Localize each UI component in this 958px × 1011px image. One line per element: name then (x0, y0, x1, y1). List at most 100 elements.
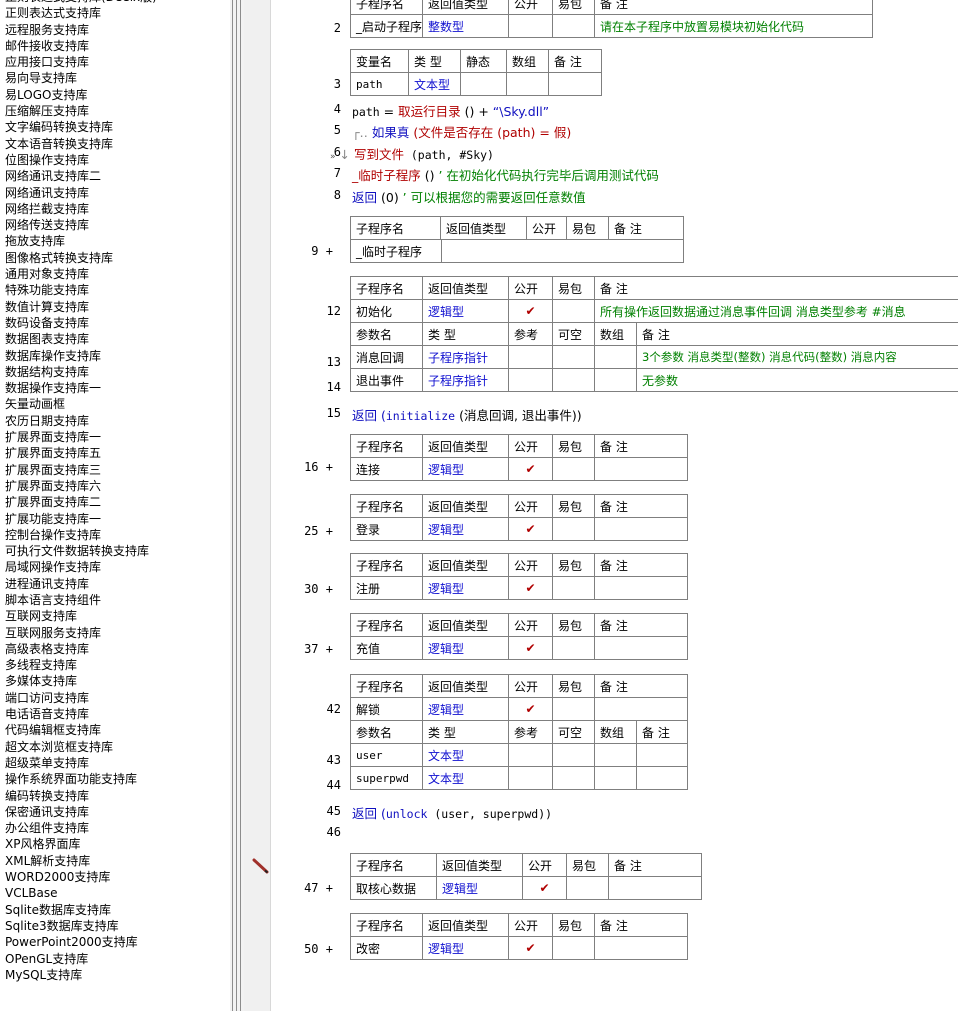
sub-return-type[interactable]: 逻辑型 (436, 876, 523, 900)
library-item[interactable]: 图像格式转换支持库 (5, 250, 157, 266)
sub-row[interactable]: 初始化 逻辑型 ✔ 所有操作返回数据通过消息事件回调 消息类型参考 #消息 (350, 299, 958, 323)
sub-note[interactable] (608, 876, 702, 900)
sub-easy-pack[interactable] (552, 576, 595, 600)
library-item[interactable]: XML解析支持库 (5, 853, 157, 869)
sub-row[interactable]: 注册 逻辑型 ✔ (350, 576, 688, 600)
library-item[interactable]: 高级表格支持库 (5, 641, 157, 657)
library-item[interactable]: 位图操作支持库 (5, 152, 157, 168)
library-item[interactable]: 压缩解压支持库 (5, 103, 157, 119)
param-row[interactable]: 消息回调 子程序指针 3个参数 消息类型(整数) 消息代码(整数) 消息内容 (350, 345, 958, 369)
param-type[interactable]: 文本型 (422, 743, 509, 767)
public-check-icon[interactable]: ✔ (508, 636, 553, 660)
sub-easy-pack[interactable] (552, 14, 595, 38)
library-item[interactable]: 网络通讯支持库 (5, 185, 157, 201)
param-note[interactable]: 3个参数 消息类型(整数) 消息代码(整数) 消息内容 (636, 345, 958, 369)
code-line-15[interactable]: 返回 (initialize (消息回调, 退出事件)) (352, 405, 582, 424)
code-line-45[interactable]: 返回 (unlock (user, superpwd)) (352, 803, 552, 822)
sub-name[interactable]: 充值 (350, 636, 423, 660)
library-item[interactable]: 数据库操作支持库 (5, 348, 157, 364)
expand-button[interactable]: + (326, 582, 333, 596)
sub-return-type[interactable]: 逻辑型 (422, 636, 509, 660)
public-check-icon[interactable]: ✔ (508, 517, 553, 541)
library-item[interactable]: 数据操作支持库一 (5, 380, 157, 396)
sub-note[interactable] (594, 457, 688, 481)
param-nullable[interactable] (552, 766, 595, 790)
param-ref[interactable] (508, 368, 553, 392)
library-item[interactable]: 文本语音转换支持库 (5, 136, 157, 152)
sub-row[interactable]: _启动子程序 整数型 请在本子程序中放置易模块初始化代码 (350, 14, 873, 38)
sub-name[interactable]: 改密 (350, 936, 423, 960)
sub-name[interactable]: 注册 (350, 576, 423, 600)
sub-name[interactable]: 登录 (350, 517, 423, 541)
sub-easy-pack[interactable] (552, 299, 595, 323)
var-static[interactable] (460, 72, 507, 96)
sub-return-type[interactable]: 逻辑型 (422, 517, 509, 541)
sub-row[interactable]: _临时子程序 (350, 239, 684, 263)
sub-note[interactable] (594, 576, 688, 600)
sub-name[interactable]: 连接 (350, 457, 423, 481)
library-item[interactable]: 拖放支持库 (5, 233, 157, 249)
param-type[interactable]: 子程序指针 (422, 345, 509, 369)
library-item[interactable]: 扩展界面支持库五 (5, 445, 157, 461)
library-item[interactable]: 应用接口支持库 (5, 54, 157, 70)
expand-button[interactable]: + (326, 524, 333, 538)
param-nullable[interactable] (552, 345, 595, 369)
library-item[interactable]: 局域网操作支持库 (5, 559, 157, 575)
public-check-icon[interactable]: ✔ (508, 697, 553, 721)
param-note[interactable] (636, 766, 688, 790)
expand-button[interactable]: + (326, 881, 333, 895)
library-item[interactable]: 网络拦截支持库 (5, 201, 157, 217)
sub-return-type[interactable]: 逻辑型 (422, 457, 509, 481)
param-name[interactable]: 退出事件 (350, 368, 423, 392)
library-item[interactable]: 网络传送支持库 (5, 217, 157, 233)
library-item[interactable]: 远程服务支持库 (5, 22, 157, 38)
param-array[interactable] (594, 368, 637, 392)
var-note[interactable] (548, 72, 602, 96)
sub-easy-pack[interactable] (552, 457, 595, 481)
sub-note[interactable]: 所有操作返回数据通过消息事件回调 消息类型参考 #消息 (594, 299, 958, 323)
sub-name[interactable]: _启动子程序 (350, 14, 423, 38)
expand-button[interactable]: + (326, 642, 333, 656)
code-line-8[interactable]: 返回 (0) ’ 可以根据您的需要返回任意数值 (352, 187, 586, 206)
sub-easy-pack[interactable] (552, 636, 595, 660)
library-item[interactable]: Sqlite3数据库支持库 (5, 918, 157, 934)
library-item[interactable]: 电话语音支持库 (5, 706, 157, 722)
sub-name[interactable]: 初始化 (350, 299, 423, 323)
param-array[interactable] (594, 743, 637, 767)
library-item[interactable]: 通用对象支持库 (5, 266, 157, 282)
library-item[interactable]: 数据图表支持库 (5, 331, 157, 347)
library-item[interactable]: 互联网支持库 (5, 608, 157, 624)
sub-return-type[interactable]: 逻辑型 (422, 299, 509, 323)
public-check-icon[interactable]: ✔ (508, 936, 553, 960)
sub-name[interactable]: 取核心数据 (350, 876, 437, 900)
library-item[interactable]: 数码设备支持库 (5, 315, 157, 331)
library-item[interactable]: 进程通讯支持库 (5, 576, 157, 592)
library-item[interactable]: 易LOGO支持库 (5, 87, 157, 103)
library-item[interactable]: 网络通讯支持库二 (5, 168, 157, 184)
library-item[interactable]: 扩展功能支持库一 (5, 511, 157, 527)
library-item[interactable]: 编码转换支持库 (5, 788, 157, 804)
library-item[interactable]: 正则表达式支持库 (5, 5, 157, 21)
sub-row[interactable]: 登录 逻辑型 ✔ (350, 517, 688, 541)
sub-easy-pack[interactable] (552, 517, 595, 541)
library-item[interactable]: 易向导支持库 (5, 70, 157, 86)
param-array[interactable] (594, 345, 637, 369)
library-item[interactable]: 超文本浏览框支持库 (5, 739, 157, 755)
var-array[interactable] (506, 72, 549, 96)
sub-easy-pack[interactable] (566, 876, 609, 900)
var-type[interactable]: 文本型 (408, 72, 461, 96)
public-check-icon[interactable]: ✔ (508, 576, 553, 600)
code-editor[interactable]: 2 3 4 5 6 7 8 9 + 12 13 14 15 16 + 25 + … (271, 0, 958, 1011)
param-row[interactable]: user 文本型 (350, 743, 688, 767)
public-check-icon[interactable]: ✔ (508, 299, 553, 323)
library-item[interactable]: 数据结构支持库 (5, 364, 157, 380)
sub-return-type[interactable]: 逻辑型 (422, 936, 509, 960)
library-item[interactable]: 扩展界面支持库一 (5, 429, 157, 445)
sub-easy-pack[interactable] (552, 697, 595, 721)
sub-note[interactable] (594, 517, 688, 541)
expand-button[interactable]: + (326, 942, 333, 956)
sub-easy-pack[interactable] (552, 936, 595, 960)
param-nullable[interactable] (552, 368, 595, 392)
library-item[interactable]: XP风格界面库 (5, 836, 157, 852)
library-item[interactable]: 多媒体支持库 (5, 673, 157, 689)
